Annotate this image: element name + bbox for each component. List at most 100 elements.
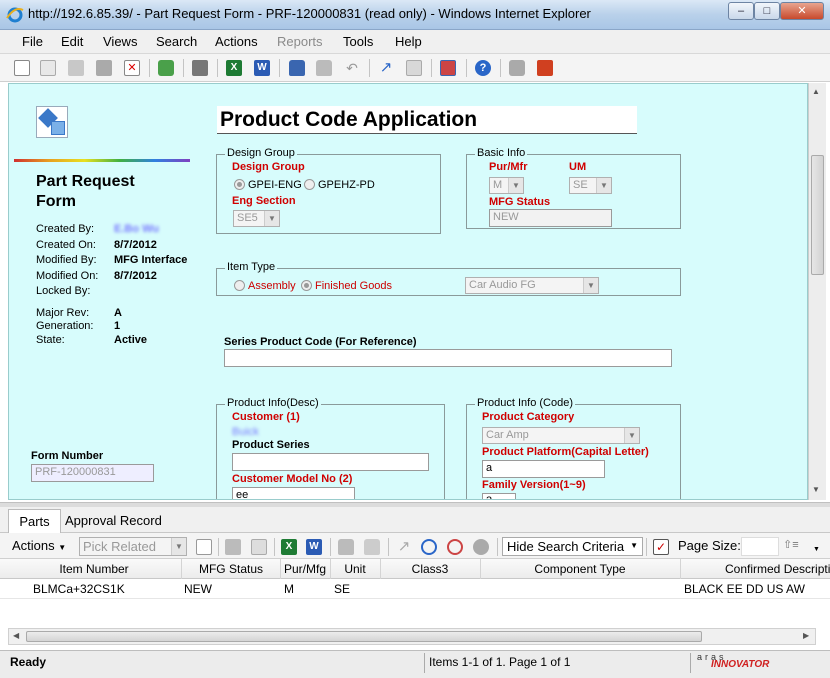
lock-icon[interactable] [289,60,305,76]
col-mfg-status[interactable]: MFG Status [182,562,280,576]
meta-label: Locked By: [36,285,91,297]
product-platform-field[interactable]: a [482,460,605,478]
clear-search-icon[interactable] [447,539,463,555]
menu-actions[interactable]: Actions [215,34,258,49]
form-vertical-scrollbar[interactable]: ▲ ▼ [808,83,826,500]
minimize-button[interactable]: – [728,2,754,20]
radio-gpei-eng[interactable]: GPEI-ENG [234,179,302,191]
mfg-status-label: MFG Status [489,196,551,208]
col-item-number[interactable]: Item Number [6,562,182,576]
radio-button-icon [304,179,315,190]
series-product-code-field[interactable] [224,349,672,367]
chevron-down-icon: ▼ [171,538,186,555]
saved-search-icon[interactable] [473,539,489,555]
col-confirmed-description[interactable]: Confirmed Description [680,562,830,576]
table-row[interactable]: BLMCa+32CS1K NEW M SE BLACK EE DD US AW [0,579,830,599]
menu-reports[interactable]: Reports [277,34,323,49]
meta-value: E.Bo Wu [114,223,160,235]
items-count: Items 1-1 of 1. Page 1 of 1 [429,655,571,669]
customer-label: Customer (1) [232,411,300,423]
menu-views[interactable]: Views [103,34,137,49]
select-value: Hide Search Criteria [507,539,625,554]
radio-label: Finished Goods [315,280,393,292]
help-icon[interactable]: ? [475,60,491,76]
pur-mfr-select[interactable]: M ▼ [489,177,524,194]
col-class3[interactable]: Class3 [380,562,480,576]
item-type-select[interactable]: Car Audio FG ▼ [465,277,599,294]
menu-help[interactable]: Help [395,34,422,49]
family-version-field[interactable]: 3 [482,493,516,499]
hide-search-criteria-select[interactable]: Hide Search Criteria ▼ [502,537,643,556]
radio-finished-goods[interactable]: Finished Goods [301,280,392,292]
chevron-down-icon: ▼ [58,543,67,552]
chevron-down-icon: ▼ [596,178,611,193]
promote-icon[interactable]: ↗ [378,60,394,76]
um-select[interactable]: SE ▼ [569,177,612,194]
pick-related-select[interactable]: Pick Related ▼ [79,537,187,556]
undo-icon[interactable]: ↶ [344,60,360,76]
col-pur-mfg[interactable]: Pur/Mfg [280,562,330,576]
unclaim-icon[interactable] [509,60,525,76]
product-series-field[interactable] [232,453,429,471]
new-icon[interactable] [14,60,30,76]
grid-unlock-icon[interactable] [364,539,380,555]
open-icon[interactable] [68,60,84,76]
menu-tools[interactable]: Tools [343,34,373,49]
new-relationship-icon[interactable] [196,539,212,555]
radio-gpehz-pd[interactable]: GPEHZ-PD [304,179,375,191]
checklist-icon[interactable]: ✓ [653,539,669,555]
grid-word-icon[interactable]: W [306,539,322,555]
sort-icon[interactable]: ⇧≡ [783,538,799,551]
structure-icon[interactable] [440,60,456,76]
close-button[interactable]: ✕ [780,2,824,20]
exit-icon[interactable] [537,60,553,76]
col-component-type[interactable]: Component Type [480,562,680,576]
customer-model-field[interactable]: ee [232,487,355,499]
menu-search[interactable]: Search [156,34,197,49]
remove-icon[interactable] [251,539,267,555]
grid-excel-icon[interactable]: X [281,539,297,555]
main-toolbar: ✕ X W ↶ ↗ ? [0,54,830,82]
grid-promote-icon[interactable]: ↗ [396,539,412,555]
radio-button-icon [234,179,245,190]
scroll-up-icon[interactable]: ▲ [812,87,820,96]
design-group-legend: Design Group [225,147,297,159]
maximize-button[interactable]: □ [754,2,780,20]
excel-icon[interactable]: X [226,60,242,76]
unlock-icon[interactable] [316,60,332,76]
page-size-field[interactable] [741,537,779,556]
actions-menu[interactable]: Actions ▼ [12,538,66,553]
form-panel: Part Request Form Created By: E.Bo Wu Cre… [8,83,808,500]
chevron-down-icon: ▼ [583,278,598,293]
grid-lock-icon[interactable] [338,539,354,555]
select-value: M [493,179,503,191]
page-size-label: Page Size: [678,538,741,553]
search-icon[interactable] [421,539,437,555]
scroll-thumb[interactable] [811,155,824,275]
scroll-left-icon[interactable]: ◀ [13,631,19,640]
word-icon[interactable]: W [254,60,270,76]
col-unit[interactable]: Unit [330,562,380,576]
refresh-icon[interactable] [158,60,174,76]
delete-icon[interactable]: ✕ [124,60,140,76]
replace-icon[interactable] [225,539,241,555]
tab-parts[interactable]: Parts [8,509,61,534]
grid-horizontal-scrollbar[interactable]: ◀ ▶ [8,628,816,645]
tab-approval-record[interactable]: Approval Record [65,513,162,528]
scroll-down-icon[interactable]: ▼ [812,485,820,494]
scroll-thumb[interactable] [26,631,702,642]
where-used-icon[interactable] [406,60,422,76]
toolbar-overflow-icon[interactable]: ▼ [813,546,820,553]
radio-button-icon [234,280,245,291]
radio-assembly[interactable]: Assembly [234,280,296,292]
new-from-icon[interactable] [40,60,56,76]
menu-edit[interactable]: Edit [61,34,83,49]
print-icon[interactable] [192,60,208,76]
cell-mfg-status: NEW [184,582,212,596]
product-category-select[interactable]: Car Amp ▼ [482,427,640,444]
save-icon[interactable] [96,60,112,76]
eng-section-select[interactable]: SE5 ▼ [233,210,280,227]
menu-file[interactable]: File [22,34,43,49]
scroll-right-icon[interactable]: ▶ [803,631,809,640]
meta-value: MFG Interface [114,254,188,266]
